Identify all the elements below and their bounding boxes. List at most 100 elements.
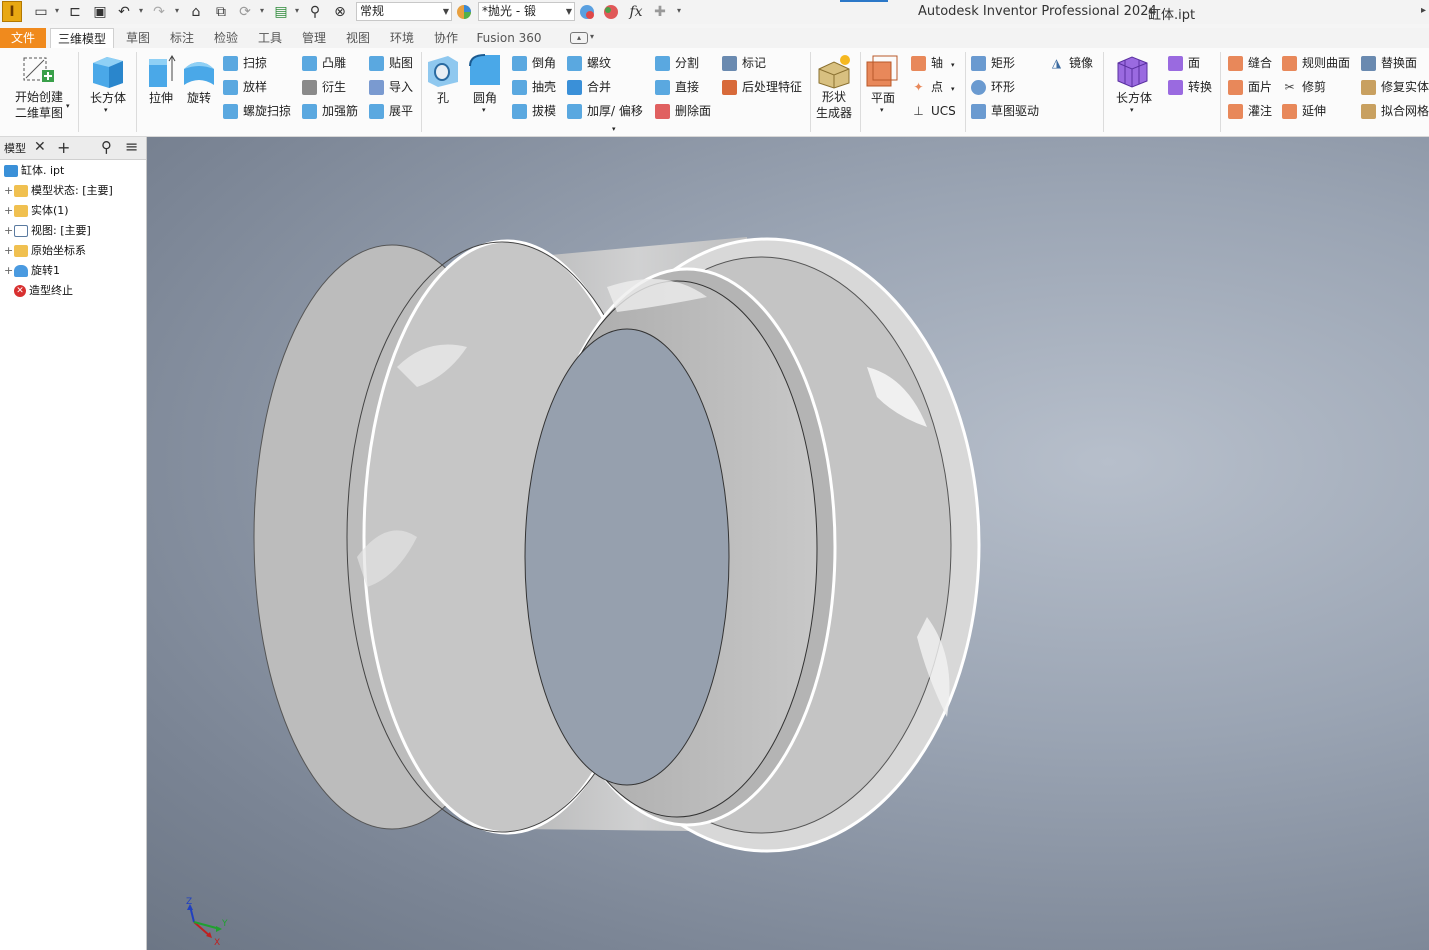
select-icon[interactable]: ▤ bbox=[272, 3, 290, 21]
clear-appearance-icon[interactable] bbox=[602, 3, 620, 21]
loft-button[interactable]: 放样 bbox=[223, 78, 267, 96]
undo-dropdown-icon[interactable]: ▾ bbox=[137, 5, 145, 17]
shell-button[interactable]: 抽壳 bbox=[512, 78, 556, 96]
new-dropdown-icon[interactable]: ▾ bbox=[53, 5, 61, 17]
update-icon[interactable]: ⟳ bbox=[236, 3, 254, 21]
color-override-icon[interactable]: ⊗ bbox=[331, 3, 349, 21]
app-logo[interactable]: I bbox=[2, 1, 22, 22]
sketch-driven-button[interactable]: 草图驱动 bbox=[971, 102, 1039, 120]
close-icon[interactable]: ✕ bbox=[34, 139, 46, 155]
tab-view[interactable]: 视图 bbox=[340, 28, 376, 48]
thicken-button[interactable]: 加厚/ 偏移 bbox=[567, 102, 643, 120]
thread-button[interactable]: 螺纹 bbox=[567, 54, 611, 72]
measure-icon[interactable]: ⚲ bbox=[306, 3, 324, 21]
search-icon[interactable]: ⚲ bbox=[101, 138, 112, 156]
fillet-button[interactable]: 圆角 bbox=[466, 90, 504, 106]
rib-button[interactable]: 加强筋 bbox=[302, 102, 358, 120]
tree-item-root[interactable]: 缸体. ipt bbox=[4, 162, 64, 180]
expand-icon[interactable]: + bbox=[4, 262, 14, 280]
direct-button[interactable]: 直接 bbox=[655, 78, 699, 96]
save-icon[interactable]: ▣ bbox=[91, 3, 109, 21]
tree-item-origin[interactable]: + 原始坐标系 bbox=[4, 242, 86, 260]
chamfer-button[interactable]: 倒角 bbox=[512, 54, 556, 72]
appearance-ball-icon[interactable] bbox=[455, 3, 473, 21]
repair-bodies-button[interactable]: 修复实体 bbox=[1361, 78, 1429, 96]
material-combo[interactable]: *抛光 - 锻 ▼ bbox=[478, 2, 575, 21]
face-button[interactable]: 面 bbox=[1168, 54, 1200, 72]
appearance-combo[interactable]: 常规 ▼ bbox=[356, 2, 452, 21]
fillet-dropdown-icon[interactable]: ▾ bbox=[482, 106, 486, 114]
tree-item-solid-bodies[interactable]: + 实体(1) bbox=[4, 202, 69, 220]
redo-icon[interactable]: ↷ bbox=[150, 3, 168, 21]
menu-icon[interactable]: ≡ bbox=[125, 137, 138, 156]
trim-button[interactable]: ✂ 修剪 bbox=[1282, 78, 1326, 96]
cylinder-ring-model[interactable] bbox=[147, 137, 1429, 950]
add-icon[interactable]: ✚ bbox=[651, 3, 669, 21]
sculpt-button[interactable]: 灌注 bbox=[1228, 102, 1272, 120]
axis-button[interactable]: 轴 ▾ bbox=[911, 54, 955, 72]
freeform-box-button[interactable]: 长方体 bbox=[1112, 90, 1156, 106]
title-overflow-icon[interactable]: ▸ bbox=[1421, 5, 1426, 16]
copy-icon[interactable]: ⧉ bbox=[212, 3, 230, 21]
modify-panel-expand-icon[interactable]: ▾ bbox=[612, 125, 616, 133]
split-button[interactable]: 分割 bbox=[655, 54, 699, 72]
tab-annotate[interactable]: 标注 bbox=[164, 28, 200, 48]
replace-face-button[interactable]: 替换面 bbox=[1361, 54, 1417, 72]
shape-generator-button[interactable]: 形状 生成器 bbox=[812, 89, 856, 121]
fit-mesh-button[interactable]: 拟合网格 bbox=[1361, 102, 1429, 120]
ucs-button[interactable]: ⊥ UCS bbox=[911, 102, 956, 120]
open-folder-icon[interactable]: ⊏ bbox=[66, 3, 84, 21]
freeform-dropdown-icon[interactable]: ▾ bbox=[1130, 106, 1134, 114]
stitch-button[interactable]: 缝合 bbox=[1228, 54, 1272, 72]
extrude-button[interactable]: 拉伸 bbox=[142, 90, 180, 106]
draft-button[interactable]: 拔模 bbox=[512, 102, 556, 120]
home-icon[interactable]: ⌂ bbox=[187, 3, 205, 21]
plane-dropdown-icon[interactable]: ▾ bbox=[880, 106, 884, 114]
mirror-button[interactable]: ◮ 镜像 bbox=[1049, 54, 1093, 72]
point-button[interactable]: ✦ 点 ▾ bbox=[911, 78, 954, 96]
emboss-button[interactable]: 凸雕 bbox=[302, 54, 346, 72]
revolve-button[interactable]: 旋转 bbox=[180, 90, 218, 106]
expand-icon[interactable]: + bbox=[4, 202, 14, 220]
coil-button[interactable]: 螺旋扫掠 bbox=[223, 102, 291, 120]
tree-item-revolve1[interactable]: + 旋转1 bbox=[4, 262, 60, 280]
expand-icon[interactable]: + bbox=[4, 222, 14, 240]
tab-manage[interactable]: 管理 bbox=[296, 28, 332, 48]
fx-parameters-icon[interactable]: fx bbox=[627, 3, 645, 21]
unwrap-button[interactable]: 展平 bbox=[369, 102, 413, 120]
tab-inspect[interactable]: 检验 bbox=[208, 28, 244, 48]
tab-tools[interactable]: 工具 bbox=[252, 28, 288, 48]
circ-pattern-button[interactable]: 环形 bbox=[971, 78, 1015, 96]
patch-button[interactable]: 面片 bbox=[1228, 78, 1272, 96]
combine-button[interactable]: 合并 bbox=[567, 78, 611, 96]
derive-button[interactable]: 衍生 bbox=[302, 78, 346, 96]
ribbon-minimize-icon[interactable]: ▴ bbox=[570, 32, 588, 44]
expand-icon[interactable]: + bbox=[4, 242, 14, 260]
ribbon-options-dropdown-icon[interactable]: ▾ bbox=[590, 32, 594, 41]
start-sketch-button[interactable]: 开始创建 二维草图 bbox=[8, 89, 70, 121]
box-button[interactable]: 长方体 bbox=[86, 90, 130, 106]
start-sketch-dropdown-icon[interactable]: ▾ bbox=[66, 102, 70, 110]
tree-item-end-of-part[interactable]: ✕ 造型终止 bbox=[4, 282, 73, 300]
tab-sketch[interactable]: 草图 bbox=[120, 28, 156, 48]
expand-icon[interactable]: + bbox=[4, 182, 14, 200]
box-dropdown-icon[interactable]: ▾ bbox=[104, 106, 108, 114]
select-dropdown-icon[interactable]: ▾ bbox=[293, 5, 301, 17]
tab-collaborate[interactable]: 协作 bbox=[428, 28, 464, 48]
tab-fusion-360[interactable]: Fusion 360 bbox=[474, 28, 544, 48]
plane-button[interactable]: 平面 bbox=[864, 90, 902, 106]
import-button[interactable]: 导入 bbox=[369, 78, 413, 96]
redo-dropdown-icon[interactable]: ▾ bbox=[173, 5, 181, 17]
rect-pattern-button[interactable]: 矩形 bbox=[971, 54, 1015, 72]
hole-button[interactable]: 孔 bbox=[428, 90, 458, 106]
convert-button[interactable]: 转换 bbox=[1168, 78, 1212, 96]
tab-3d-model[interactable]: 三维模型 bbox=[50, 28, 114, 48]
browser-tab-model[interactable]: 模型 bbox=[4, 140, 26, 156]
update-dropdown-icon[interactable]: ▾ bbox=[258, 5, 266, 17]
undo-icon[interactable]: ↶ bbox=[115, 3, 133, 21]
mark-button[interactable]: 标记 bbox=[722, 54, 766, 72]
new-file-icon[interactable]: ▭ bbox=[32, 3, 50, 21]
tree-item-view[interactable]: + 视图: [主要] bbox=[4, 222, 91, 240]
view-triad[interactable]: Z X Y bbox=[180, 896, 232, 946]
extend-button[interactable]: 延伸 bbox=[1282, 102, 1326, 120]
